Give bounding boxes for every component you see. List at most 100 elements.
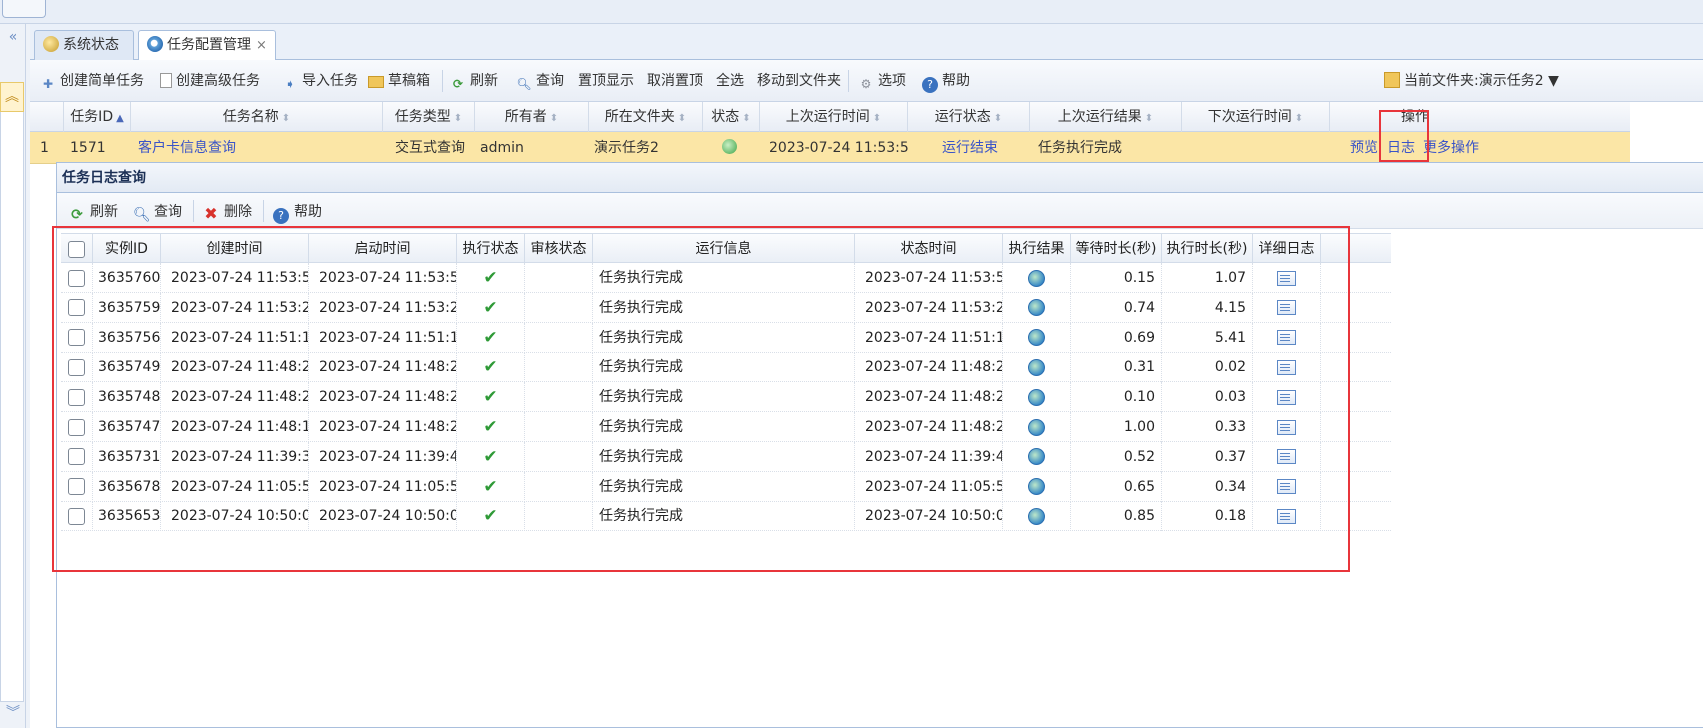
select-all-checkbox[interactable] [68, 240, 85, 258]
col-exec-status[interactable]: 执行状态 [457, 234, 525, 264]
cell-info: 任务执行完成 [593, 441, 855, 472]
col-instance-id[interactable]: 实例ID [93, 234, 161, 264]
col-exec-result[interactable]: 执行结果 [1003, 234, 1071, 264]
preview-link[interactable]: 预览 [1350, 132, 1382, 164]
table-row[interactable]: 3635747 2023-07-24 11:48:19 2023-07-24 11:… [61, 412, 1391, 442]
log-help-button[interactable]: ? 帮助 [273, 201, 322, 224]
col-wait-duration[interactable]: 等待时长(秒) [1071, 234, 1162, 264]
result-globe-icon[interactable] [1028, 448, 1045, 466]
row-checkbox-cell [61, 352, 93, 383]
col-run-status[interactable]: 运行状态 ⬍ [908, 102, 1030, 132]
tab-label: 系统状态 [63, 37, 119, 53]
detail-log-icon[interactable] [1277, 330, 1296, 346]
tab-system-status[interactable]: 系统状态 [34, 30, 134, 61]
table-row[interactable]: 3635749 2023-07-24 11:48:22 2023-07-24 11:… [61, 352, 1391, 383]
col-last-run-time[interactable]: 上次运行时间 ⬍ [760, 102, 908, 132]
col-task-id[interactable]: 任务ID ▲ [64, 102, 131, 132]
col-run-info[interactable]: 运行信息 [593, 234, 855, 264]
create-simple-task-button[interactable]: ✚ 创建简单任务 [40, 70, 144, 92]
detail-log-icon[interactable] [1277, 389, 1296, 405]
detail-log-icon[interactable] [1277, 270, 1296, 286]
folder-icon [1384, 72, 1400, 88]
expand-down-icon[interactable]: ︾ [2, 702, 24, 724]
result-globe-icon[interactable] [1028, 418, 1045, 436]
table-row[interactable]: 3635756 2023-07-24 11:51:11 2023-07-24 11:… [61, 322, 1391, 353]
refresh-button[interactable]: ⟳ 刷新 [450, 70, 498, 92]
row-checkbox[interactable] [68, 418, 85, 436]
table-row[interactable]: 3635759 2023-07-24 11:53:20 2023-07-24 11:… [61, 292, 1391, 323]
row-checkbox[interactable] [68, 507, 85, 525]
col-status-time[interactable]: 状态时间 [855, 234, 1003, 264]
table-row[interactable]: 3635760 2023-07-24 11:53:52 2023-07-24 11:… [61, 263, 1391, 293]
col-detail-log[interactable]: 详细日志 [1253, 234, 1321, 264]
col-status[interactable]: 状态 ⬍ [703, 102, 760, 132]
top-collapse-handle[interactable] [2, 0, 46, 18]
detail-log-icon[interactable] [1277, 419, 1296, 435]
result-globe-icon[interactable] [1028, 329, 1045, 347]
row-checkbox[interactable] [68, 478, 85, 496]
select-all-button[interactable]: 全选 [716, 70, 744, 92]
log-query-button[interactable]: 🔍︎ 查询 [133, 201, 182, 223]
col-start-time[interactable]: 启动时间 [309, 234, 457, 264]
table-row[interactable]: 3635748 2023-07-24 11:48:22 2023-07-24 11:… [61, 382, 1391, 413]
unpin-button[interactable]: 取消置顶 [647, 70, 703, 92]
drafts-button[interactable]: 草稿箱 [368, 70, 430, 92]
create-advanced-task-button[interactable]: 创建高级任务 [160, 70, 260, 92]
help-button[interactable]: ? 帮助 [922, 70, 970, 93]
result-globe-icon[interactable] [1028, 478, 1045, 496]
result-globe-icon[interactable] [1028, 388, 1045, 406]
row-checkbox[interactable] [68, 388, 85, 406]
result-globe-icon[interactable] [1028, 507, 1045, 525]
more-actions-link[interactable]: 更多操作 [1423, 132, 1493, 164]
result-globe-icon[interactable] [1028, 358, 1045, 376]
next-run-time [1190, 132, 1330, 164]
col-next-run-time[interactable]: 下次运行时间 ⬍ [1182, 102, 1330, 132]
detail-log-icon[interactable] [1277, 449, 1296, 465]
expand-up-icon[interactable]: ︽ [0, 82, 24, 112]
table-row[interactable]: 3635731 2023-07-24 11:39:39 2023-07-24 11:… [61, 441, 1391, 472]
table-row[interactable]: 3635678 2023-07-24 11:05:55 2023-07-24 11:… [61, 471, 1391, 502]
task-name-link[interactable]: 客户卡信息查询 [138, 132, 378, 164]
log-refresh-button[interactable]: ⟳ 刷新 [69, 201, 118, 223]
task-row[interactable]: 1 1571 客户卡信息查询 交互式查询 admin 演示任务2 2023-07… [30, 132, 1630, 164]
row-checkbox[interactable] [68, 299, 85, 317]
close-icon[interactable]: × [256, 38, 267, 53]
header-label: 任务ID [70, 109, 114, 125]
run-status-link[interactable]: 运行结束 [942, 132, 1022, 164]
exec-result-cell [1003, 382, 1071, 413]
tab-task-config[interactable]: 任务配置管理 × [138, 30, 276, 62]
task-owner: admin [480, 140, 524, 156]
col-created-time[interactable]: 创建时间 [161, 234, 309, 264]
pin-top-button[interactable]: 置顶显示 [578, 70, 634, 92]
detail-log-icon[interactable] [1277, 300, 1296, 316]
result-globe-icon[interactable] [1028, 299, 1045, 317]
log-delete-button[interactable]: ✖ 删除 [203, 201, 252, 223]
import-task-button[interactable]: ➧ 导入任务 [282, 70, 358, 92]
row-checkbox[interactable] [68, 269, 85, 287]
col-task-type[interactable]: 任务类型 ⬍ [383, 102, 475, 132]
row-checkbox[interactable] [68, 448, 85, 466]
detail-log-icon[interactable] [1277, 479, 1296, 495]
table-row[interactable]: 3635653 2023-07-24 10:50:00 2023-07-24 10:… [61, 501, 1391, 532]
col-owner[interactable]: 所有者 ⬍ [475, 102, 589, 132]
button-label: 帮助 [294, 204, 322, 220]
sort-icon: ⬍ [1144, 113, 1154, 124]
col-audit-status[interactable]: 审核状态 [525, 234, 593, 264]
options-button[interactable]: ⚙ 选项 [858, 70, 906, 92]
col-folder[interactable]: 所在文件夹 ⬍ [589, 102, 703, 132]
col-last-result[interactable]: 上次运行结果 ⬍ [1030, 102, 1182, 132]
move-to-folder-button[interactable]: 移动到文件夹 [757, 70, 841, 92]
row-checkbox[interactable] [68, 329, 85, 347]
detail-log-icon[interactable] [1277, 359, 1296, 375]
row-checkbox[interactable] [68, 358, 85, 376]
col-task-name[interactable]: 任务名称 ⬍ [131, 102, 383, 132]
current-folder-selector[interactable]: 当前文件夹:演示任务2 ▼ [1384, 70, 1559, 92]
collapse-left-icon[interactable]: « [2, 26, 24, 48]
row-checkbox-cell [61, 471, 93, 502]
col-exec-duration[interactable]: 执行时长(秒) [1162, 234, 1253, 264]
cell-started: 2023-07-24 11:51:11 [309, 322, 457, 353]
detail-log-icon[interactable] [1277, 508, 1296, 524]
result-globe-icon[interactable] [1028, 269, 1045, 287]
log-link[interactable]: 日志 [1387, 132, 1419, 164]
query-button[interactable]: 🔍︎ 查询 [516, 70, 564, 92]
